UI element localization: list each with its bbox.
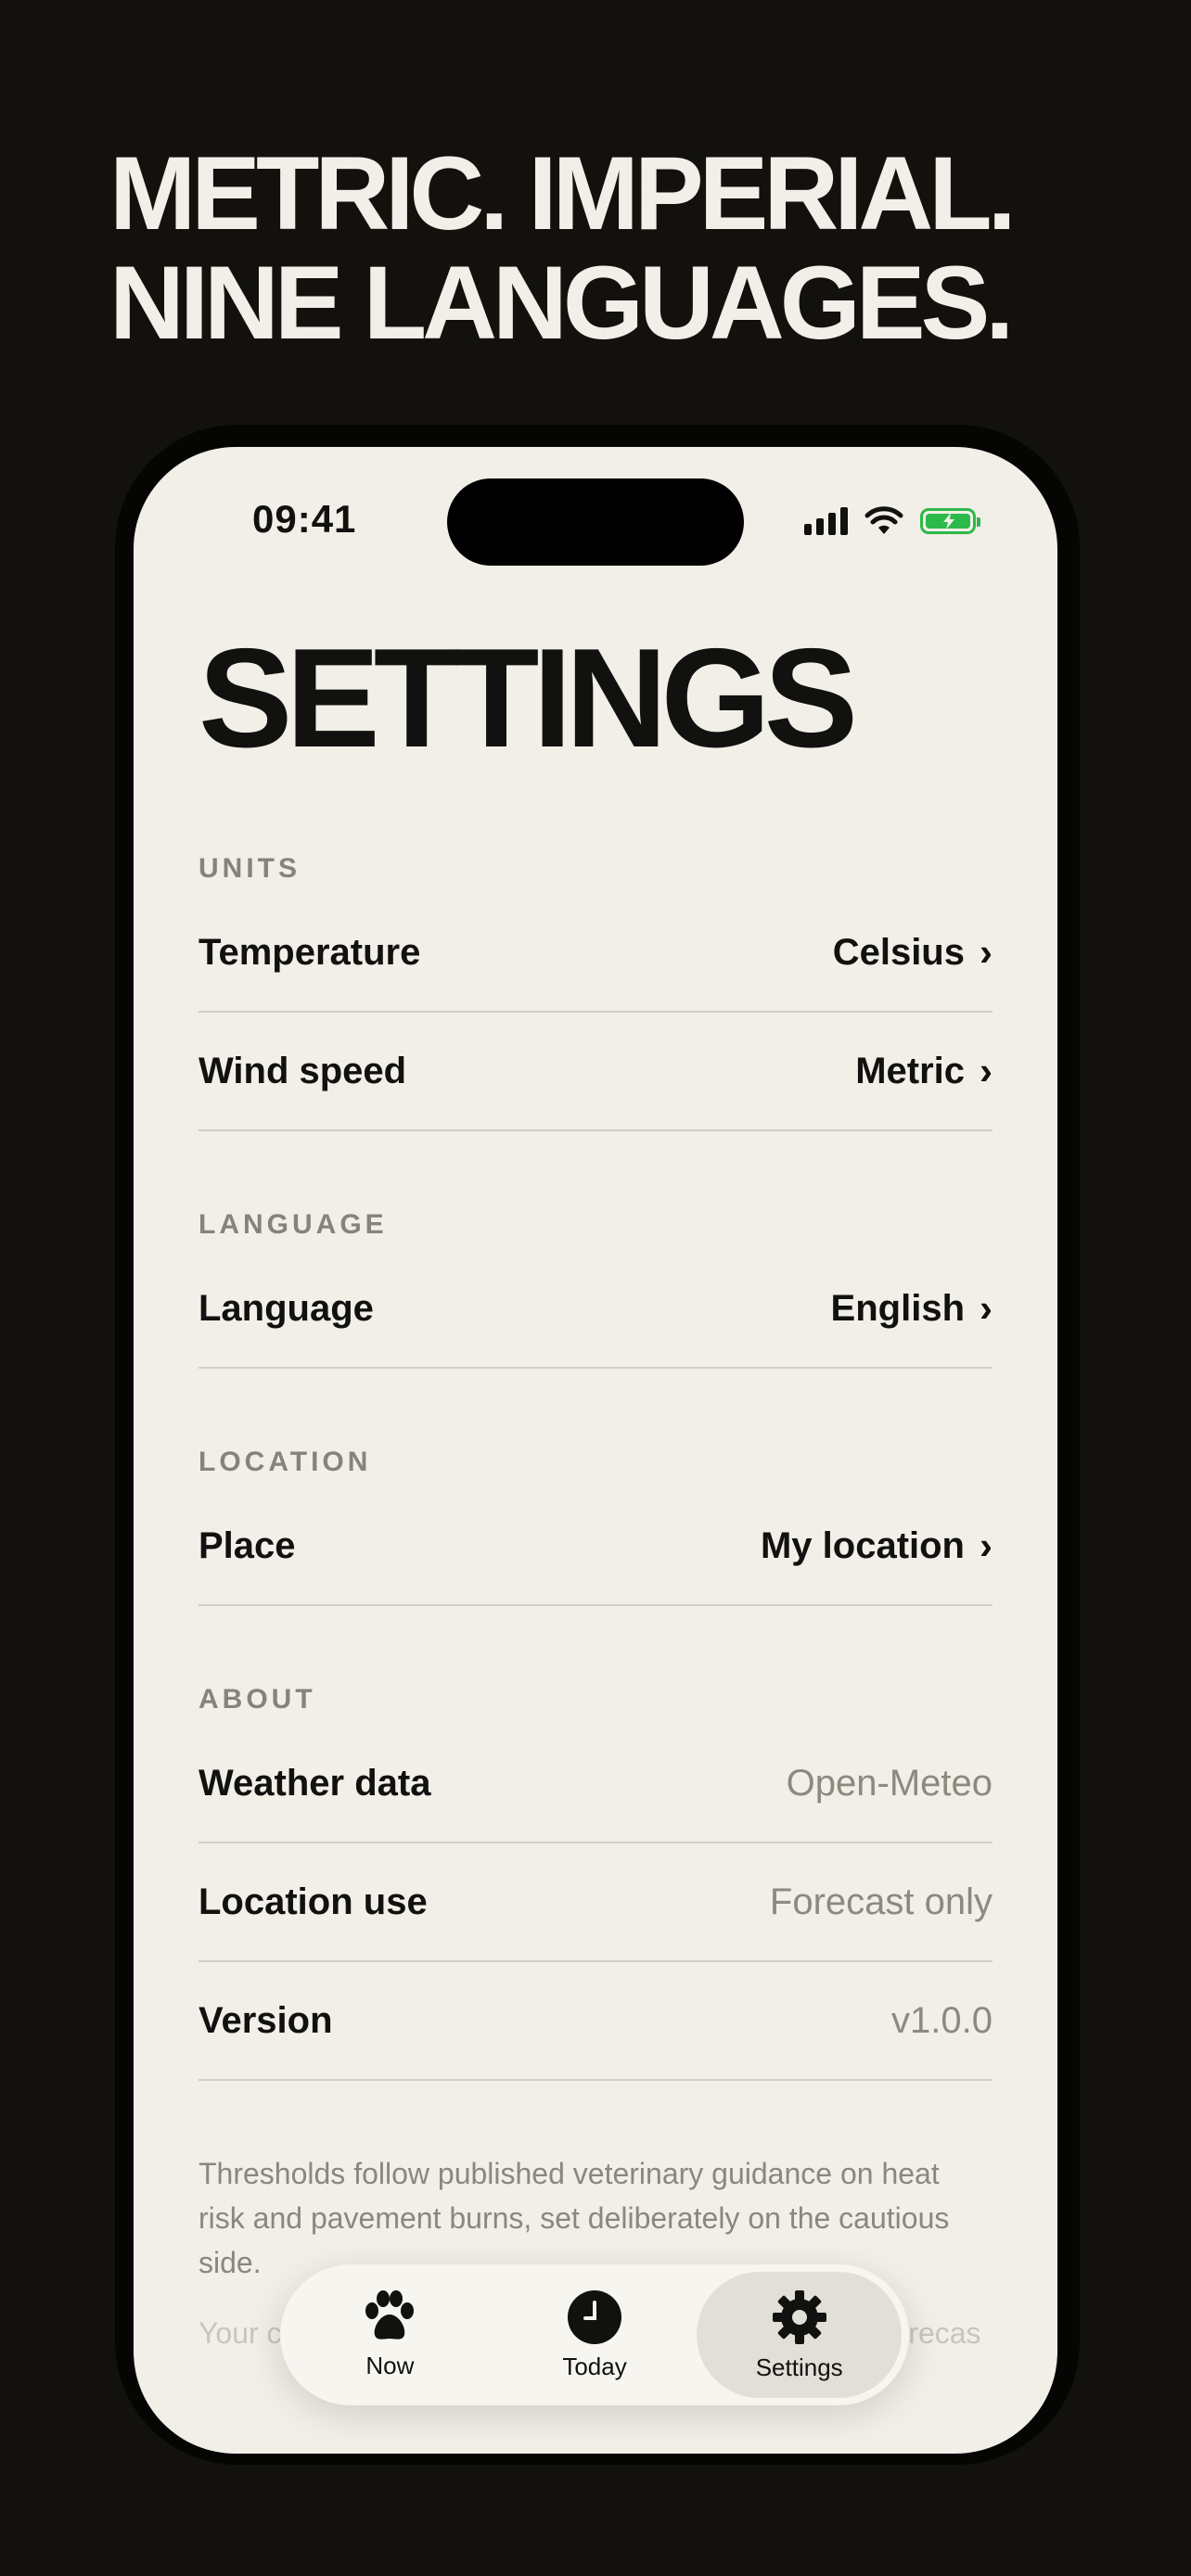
settings-row-place[interactable]: Place My location › [198, 1487, 992, 1606]
tab-now[interactable]: Now [288, 2272, 493, 2398]
status-icons [804, 506, 980, 536]
tab-today[interactable]: Today [493, 2272, 698, 2398]
tab-settings[interactable]: Settings [697, 2272, 903, 2398]
chevron-right-icon: › [980, 1286, 992, 1330]
clock-icon [568, 2289, 621, 2344]
tab-label: Now [365, 2351, 415, 2379]
row-label: Location use [198, 1881, 428, 1922]
row-label: Version [198, 1999, 333, 2041]
row-label: Temperature [198, 931, 421, 973]
tab-bar: Now Today Settings [280, 2264, 909, 2405]
section-label-units: UNITS [198, 853, 301, 884]
settings-row-language[interactable]: Language English › [198, 1250, 992, 1369]
settings-row-wind-speed[interactable]: Wind speed Metric › [198, 1013, 992, 1131]
chevron-right-icon: › [980, 1049, 992, 1092]
wifi-icon [864, 506, 903, 534]
dynamic-island [447, 478, 744, 566]
section-label-about: ABOUT [198, 1684, 316, 1715]
chevron-right-icon: › [980, 930, 992, 974]
row-label: Weather data [198, 1762, 431, 1804]
about-row-weather-data: Weather data Open-Meteo [198, 1725, 992, 1843]
section-label-language: LANGUAGE [198, 1209, 388, 1240]
row-value: Open-Meteo [786, 1762, 992, 1804]
row-value: Metric [855, 1050, 965, 1091]
status-time: 09:41 [252, 497, 357, 541]
chevron-right-icon: › [980, 1524, 992, 1567]
promo-headline: METRIC. IMPERIAL. NINE LANGUAGES. [109, 135, 1017, 361]
about-row-location-use: Location use Forecast only [198, 1843, 992, 1962]
row-value: Celsius [832, 931, 965, 973]
headline-line-1: METRIC. IMPERIAL. [109, 135, 1017, 251]
settings-row-temperature[interactable]: Temperature Celsius › [198, 894, 992, 1013]
page-title: SETTINGS [198, 619, 858, 777]
gear-icon [772, 2289, 826, 2344]
paw-icon [365, 2289, 415, 2340]
row-value: Forecast only [769, 1881, 992, 1922]
row-value: My location [760, 1524, 965, 1566]
headline-line-2: NINE LANGUAGES. [109, 245, 1014, 361]
tab-label: Settings [755, 2353, 843, 2381]
row-label: Language [198, 1287, 374, 1329]
about-row-version: Version v1.0.0 [198, 1962, 992, 2081]
phone-screen: 09:41 SETTINGS UNITS Temperature Celsius… [134, 447, 1057, 2454]
row-value: v1.0.0 [891, 1999, 992, 2041]
section-label-location: LOCATION [198, 1447, 372, 1477]
row-label: Place [198, 1524, 296, 1566]
battery-charging-icon [920, 508, 980, 534]
signal-icon [804, 507, 848, 535]
row-label: Wind speed [198, 1050, 407, 1091]
tab-label: Today [562, 2352, 627, 2380]
row-value: English [830, 1287, 965, 1329]
